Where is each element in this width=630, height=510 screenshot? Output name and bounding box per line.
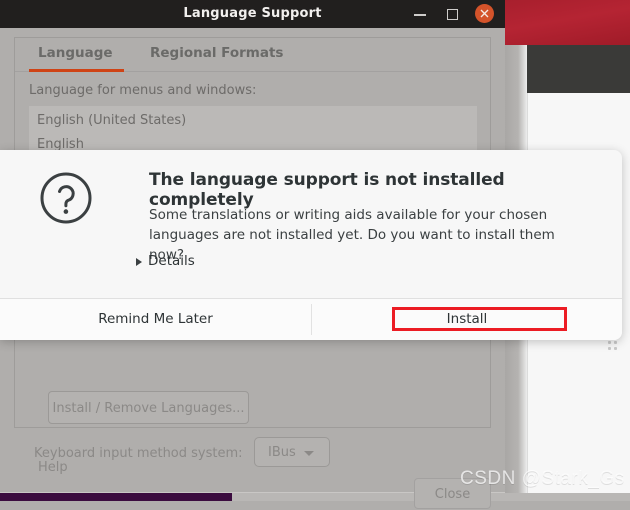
background-window-header <box>505 0 630 45</box>
active-tab-indicator <box>29 69 124 72</box>
titlebar[interactable]: Language Support <box>0 0 505 28</box>
close-icon[interactable] <box>475 4 494 23</box>
taskbar-purple <box>0 493 232 501</box>
background-window-toolbar <box>527 45 630 93</box>
minimize-icon[interactable] <box>411 5 429 23</box>
language-list[interactable]: English (United States) English <box>29 106 477 154</box>
details-label: Details <box>148 253 195 269</box>
tab-bar: Language Regional Formats <box>15 38 490 72</box>
dialog-button-row: Remind Me Later Install <box>0 298 622 340</box>
tab-language[interactable]: Language <box>38 45 113 61</box>
resize-grip-icon[interactable] <box>608 341 622 359</box>
install-button[interactable]: Install <box>312 299 622 340</box>
watermark: CSDN @Stark_Gs <box>460 468 625 489</box>
keyboard-input-method-select[interactable]: IBus <box>254 437 330 467</box>
triangle-right-icon <box>136 258 142 266</box>
keyboard-input-method-label: Keyboard input method system: <box>34 446 243 461</box>
language-for-menus-label: Language for menus and windows: <box>29 83 257 98</box>
question-mark-icon <box>38 170 94 226</box>
chevron-down-icon <box>304 451 314 456</box>
install-remove-languages-button[interactable]: Install / Remove Languages... <box>48 391 249 424</box>
keyboard-input-method-value: IBus <box>268 445 296 460</box>
window-title: Language Support <box>183 6 322 21</box>
remind-me-later-button[interactable]: Remind Me Later <box>0 299 311 340</box>
list-item[interactable]: English (United States) <box>37 113 186 128</box>
help-button[interactable]: Help <box>38 460 68 475</box>
maximize-icon[interactable] <box>443 5 461 23</box>
dialog-message: Some translations or writing aids availa… <box>149 207 555 263</box>
dialog-heading: The language support is not installed co… <box>149 170 505 210</box>
tab-regional-formats[interactable]: Regional Formats <box>150 45 283 61</box>
